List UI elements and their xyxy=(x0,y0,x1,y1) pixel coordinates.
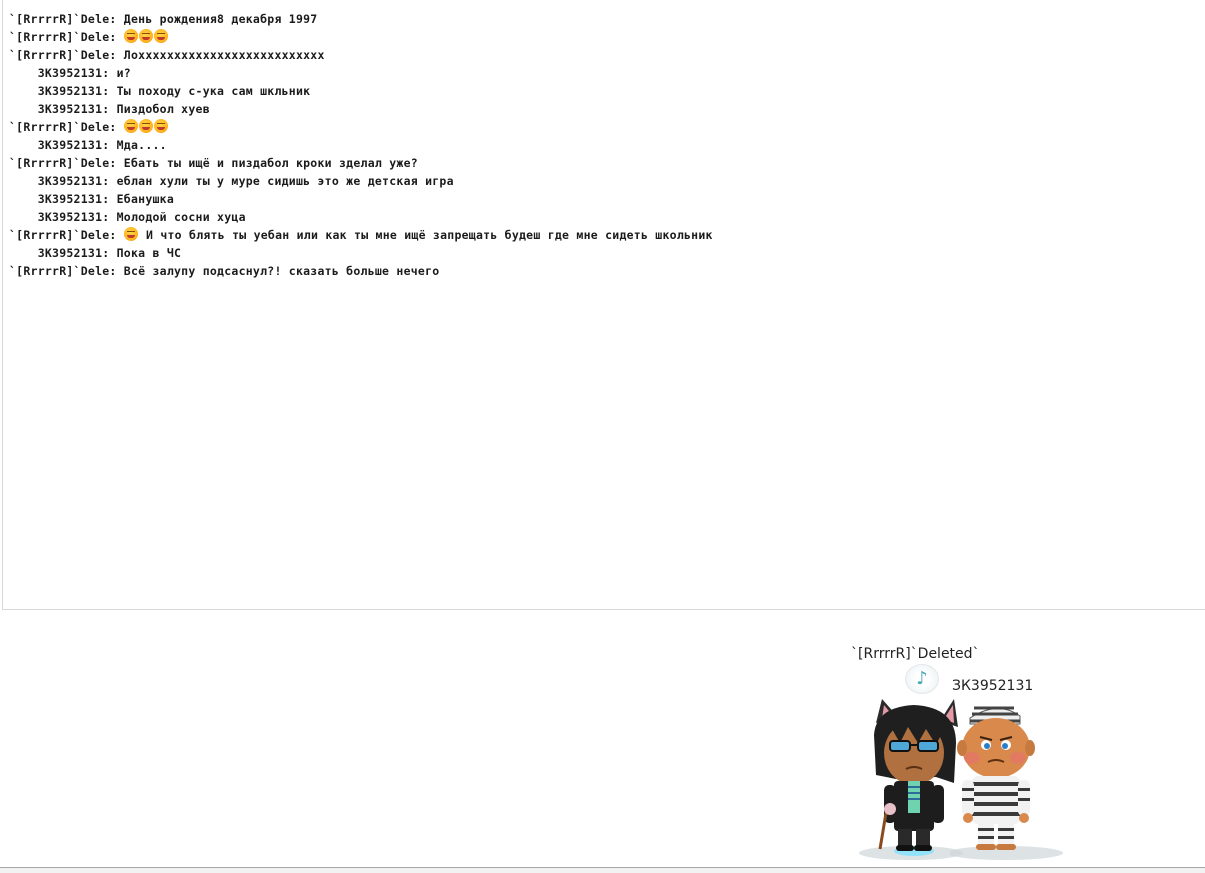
avatar-name-zk3952131[interactable]: ЗК3952131 xyxy=(952,678,1033,694)
chat-text: еблан хули ты у муре сидишь это же детск… xyxy=(116,174,454,188)
chat-sender[interactable]: ЗК3952131: xyxy=(9,174,109,188)
chat-message: `[RrrrrR]`Dele: Лохххххххххххххххххххххх… xyxy=(9,46,325,64)
avatar-zk3952131[interactable] xyxy=(950,700,1070,865)
chat-sender[interactable]: `[RrrrrR]`Dele: xyxy=(9,48,117,62)
chat-message: ЗК3952131: и? xyxy=(9,64,131,82)
chat-sender[interactable]: `[RrrrrR]`Dele: xyxy=(9,30,117,44)
chat-message: `[RrrrrR]`Dele: И что блять ты уебан или… xyxy=(9,226,713,244)
chat-message: ЗК3952131: Пиздобол хуев xyxy=(9,100,210,118)
chat-sender[interactable]: `[RrrrrR]`Dele: xyxy=(9,264,117,278)
chat-sender[interactable]: ЗК3952131: xyxy=(9,84,109,98)
chat-text: Пока в ЧС xyxy=(116,246,182,260)
chat-sender[interactable]: `[RrrrrR]`Dele: xyxy=(9,156,117,170)
chat-text: Ебать ты ищё и пиздабол кроки зделал уже… xyxy=(123,156,418,170)
chat-message: ЗК3952131: Мда.... xyxy=(9,136,167,154)
chat-text: Пиздобол хуев xyxy=(116,102,210,116)
laughing-emoji-icon xyxy=(123,29,138,43)
chat-text: и? xyxy=(116,66,131,80)
bottom-bar xyxy=(0,867,1205,873)
laughing-emoji-icon xyxy=(123,227,138,241)
chat-message: ЗК3952131: еблан хули ты у муре сидишь э… xyxy=(9,172,454,190)
laughing-emoji-icon xyxy=(138,119,153,133)
music-note-icon[interactable]: ♪ xyxy=(905,664,939,694)
chat-sender[interactable]: ЗК3952131: xyxy=(9,210,109,224)
laughing-emoji-icon xyxy=(138,29,153,43)
chat-message: `[RrrrrR]`Dele: Всё залупу подсаснул?! с… xyxy=(9,262,439,280)
chat-sender[interactable]: ЗК3952131: xyxy=(9,246,109,260)
chat-sender[interactable]: ЗК3952131: xyxy=(9,192,109,206)
chat-text: Мда.... xyxy=(116,138,167,152)
chat-message: ЗК3952131: Ебанушка xyxy=(9,190,174,208)
chat-text: Всё залупу подсаснул?! сказать больше не… xyxy=(123,264,440,278)
chat-message: `[RrrrrR]`Dele: xyxy=(9,28,169,46)
chat-text: Ты походу с-ука сам шкльник xyxy=(116,84,311,98)
chat-text: Ебанушка xyxy=(116,192,175,206)
chat-sender[interactable]: `[RrrrrR]`Dele: xyxy=(9,120,117,134)
chat-text: И что блять ты уебан или как ты мне ищё … xyxy=(145,228,713,242)
chat-text: День рождения8 декабря 1997 xyxy=(123,12,318,26)
laughing-emoji-icon xyxy=(123,119,138,133)
avatar-name-deleted[interactable]: `[RrrrrR]`Deleted` xyxy=(851,646,980,662)
chat-message: `[RrrrrR]`Dele: День рождения8 декабря 1… xyxy=(9,10,317,28)
chat-sender[interactable]: ЗК3952131: xyxy=(9,66,109,80)
chat-message: ЗК3952131: Пока в ЧС xyxy=(9,244,181,262)
chat-text: Лохххххххххххххххххххххххххх xyxy=(123,48,325,62)
laughing-emoji-icon xyxy=(153,29,168,43)
chat-sender[interactable]: `[RrrrrR]`Dele: xyxy=(9,12,117,26)
laughing-emoji-icon xyxy=(153,119,168,133)
chat-sender[interactable]: `[RrrrrR]`Dele: xyxy=(9,228,117,242)
chat-message: ЗК3952131: Ты походу с-ука сам шкльник xyxy=(9,82,310,100)
chat-log[interactable]: `[RrrrrR]`Dele: День рождения8 декабря 1… xyxy=(2,0,1205,610)
chat-sender[interactable]: ЗК3952131: xyxy=(9,138,109,152)
chat-text: Молодой сосни хуца xyxy=(116,210,246,224)
chat-message: `[RrrrrR]`Dele: Ебать ты ищё и пиздабол … xyxy=(9,154,418,172)
chat-message: `[RrrrrR]`Dele: xyxy=(9,118,169,136)
chat-sender[interactable]: ЗК3952131: xyxy=(9,102,109,116)
chat-message: ЗК3952131: Молодой сосни хуца xyxy=(9,208,246,226)
